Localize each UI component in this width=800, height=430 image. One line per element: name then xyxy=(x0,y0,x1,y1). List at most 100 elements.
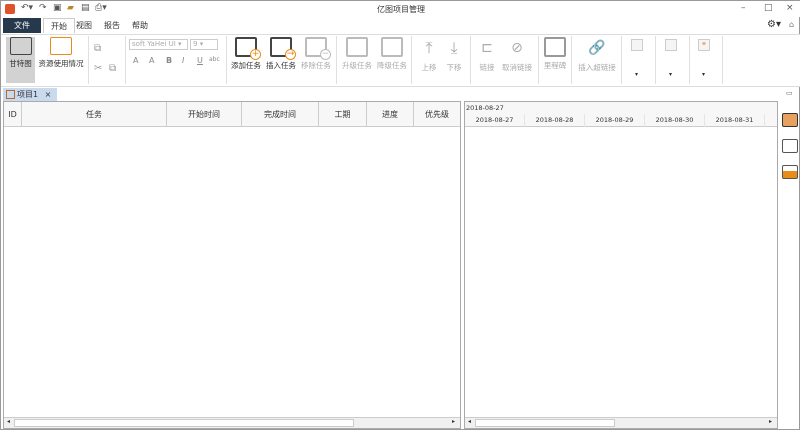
move-down-button[interactable]: ⤓ 下移 xyxy=(442,37,466,73)
move-down-icon: ⤓ xyxy=(450,38,458,57)
gantt-day: 2018-08-30 xyxy=(645,114,705,127)
gantt-day: 2018-08-31 xyxy=(705,114,765,127)
underline-button[interactable]: U xyxy=(197,56,203,65)
task-table: ID 任务 开始时间 完成时间 工期 进度 优先级 ◂ ▸ xyxy=(3,101,461,429)
col-id[interactable]: ID xyxy=(4,102,22,127)
bold-button[interactable]: B xyxy=(166,56,172,65)
downgrade-task-icon xyxy=(381,37,403,57)
move-down-label: 下移 xyxy=(446,63,462,72)
insert-hyperlink-button[interactable]: 🔗 插入超链接 xyxy=(575,37,619,73)
paste-icon[interactable]: ⧉ xyxy=(109,63,116,74)
menu-file[interactable]: 文件 xyxy=(3,18,41,33)
link-button[interactable]: ⊏ 链接 xyxy=(475,37,499,73)
resource-panel-icon[interactable] xyxy=(782,139,798,153)
add-task-button[interactable]: + 添加任务 xyxy=(230,37,262,71)
gantt-panel-icon[interactable] xyxy=(782,113,798,127)
hyperlink-label: 插入超链接 xyxy=(578,63,616,72)
gantt-icon xyxy=(9,37,32,55)
move-up-button[interactable]: ⤒ 上移 xyxy=(417,37,441,73)
task-panel-icon[interactable] xyxy=(782,165,798,179)
tab-report[interactable]: 报告 xyxy=(97,18,127,33)
export-dropdown-arrow[interactable]: ▾ xyxy=(635,71,638,78)
insert-task-button[interactable]: → 插入任务 xyxy=(265,37,297,71)
col-task[interactable]: 任务 xyxy=(22,102,167,127)
settings-gear-icon[interactable]: ⚙▾ xyxy=(767,19,781,30)
remove-task-button[interactable]: − 移除任务 xyxy=(299,37,333,71)
col-finish[interactable]: 完成时间 xyxy=(242,102,319,127)
italic-button[interactable]: I xyxy=(182,56,184,65)
font-name-value: soft YaHei UI xyxy=(132,40,176,48)
gantt-chart: 2018-08-27 2018-08-27 2018-08-28 2018-08… xyxy=(464,101,778,429)
gantt-day: 2018-08-28 xyxy=(525,114,585,127)
font-size-select[interactable]: 9 ▾ xyxy=(190,39,218,50)
maximize-button[interactable]: □ xyxy=(764,3,773,13)
close-button[interactable]: × xyxy=(786,3,794,13)
tab-help[interactable]: 帮助 xyxy=(125,18,155,33)
gantt-day: 2018-08-27 xyxy=(465,114,525,127)
gantt-day: 2018-08-29 xyxy=(585,114,645,127)
save-dropdown-icon[interactable] xyxy=(665,39,677,51)
col-start[interactable]: 开始时间 xyxy=(167,102,242,127)
font-name-select[interactable]: soft YaHei UI ▾ xyxy=(129,39,188,50)
cut-icon[interactable]: ✂ xyxy=(94,63,102,74)
upgrade-task-button[interactable]: 升级任务 xyxy=(340,37,374,71)
collapse-ribbon-icon[interactable]: ⌂ xyxy=(789,20,794,29)
insert-task-label: 插入任务 xyxy=(266,61,296,70)
col-duration[interactable]: 工期 xyxy=(319,102,367,127)
shrink-font-button[interactable]: A xyxy=(149,56,154,65)
unlink-icon: ⊘ xyxy=(511,40,523,56)
add-task-label: 添加任务 xyxy=(231,61,261,70)
resource-usage-button[interactable]: 资源使用情况 xyxy=(36,37,86,69)
document-tab-label: 项目1 xyxy=(17,90,39,99)
insert-task-icon: → xyxy=(270,37,296,60)
unlink-button[interactable]: ⊘ 取消链接 xyxy=(500,37,534,73)
milestone-button[interactable]: 里程碑 xyxy=(541,37,569,71)
add-task-icon: + xyxy=(235,37,261,60)
milestone-label: 里程碑 xyxy=(543,61,567,70)
gantt-label: 甘特图 xyxy=(9,59,32,68)
pin-icon[interactable]: ▭ xyxy=(786,89,793,97)
minimize-button[interactable]: – xyxy=(741,3,746,13)
move-up-label: 上移 xyxy=(421,63,437,72)
remove-task-label: 移除任务 xyxy=(301,61,331,70)
scroll-right-icon[interactable]: ▸ xyxy=(769,418,772,425)
upgrade-task-icon xyxy=(346,37,368,57)
tab-view[interactable]: 视图 xyxy=(69,18,99,33)
gantt-top-date: 2018-08-27 xyxy=(466,104,504,112)
link-icon: ⊏ xyxy=(481,40,493,56)
strikethrough-button[interactable]: abc xyxy=(209,56,220,63)
find-dropdown-icon[interactable]: ⚭ xyxy=(698,39,710,51)
find-dropdown-arrow[interactable]: ▾ xyxy=(702,71,705,78)
upgrade-task-label: 升级任务 xyxy=(342,61,372,70)
gantt-hscrollbar[interactable]: ◂ ▸ xyxy=(465,417,777,428)
gantt-view-button[interactable]: 甘特图 xyxy=(6,37,35,69)
export-dropdown-icon[interactable] xyxy=(631,39,643,51)
save-dropdown-arrow[interactable]: ▾ xyxy=(669,71,672,78)
downgrade-task-button[interactable]: 降级任务 xyxy=(375,37,409,71)
title-bar: ↶▾ ↷ ▣ ▰ ▤ ⎙▾ 亿图项目管理 – □ × xyxy=(1,1,800,17)
resource-icon xyxy=(50,37,72,55)
font-size-value: 9 xyxy=(193,40,198,48)
scroll-left-icon[interactable]: ◂ xyxy=(468,418,471,425)
hyperlink-icon: 🔗 xyxy=(588,40,606,56)
project-icon xyxy=(6,90,15,99)
scroll-right-icon[interactable]: ▸ xyxy=(452,418,455,425)
milestone-icon xyxy=(544,37,566,57)
task-table-hscrollbar[interactable]: ◂ ▸ xyxy=(4,417,460,428)
col-progress[interactable]: 进度 xyxy=(367,102,414,127)
grow-font-button[interactable]: A xyxy=(133,56,138,65)
window-title: 亿图项目管理 xyxy=(377,5,425,14)
scroll-left-icon[interactable]: ◂ xyxy=(7,418,10,425)
link-label: 链接 xyxy=(479,63,495,72)
downgrade-task-label: 降级任务 xyxy=(377,61,407,70)
document-tab-close[interactable]: × xyxy=(45,90,52,99)
scroll-thumb[interactable] xyxy=(475,419,615,427)
resource-label: 资源使用情况 xyxy=(38,59,84,68)
unlink-label: 取消链接 xyxy=(502,63,532,72)
remove-task-icon: − xyxy=(305,37,331,60)
document-tab[interactable]: 项目1 × xyxy=(3,88,57,101)
move-up-icon: ⤒ xyxy=(425,38,433,57)
scroll-thumb[interactable] xyxy=(14,419,354,427)
col-priority[interactable]: 优先级 xyxy=(414,102,460,127)
copy-icon[interactable]: ⧉ xyxy=(94,43,101,54)
